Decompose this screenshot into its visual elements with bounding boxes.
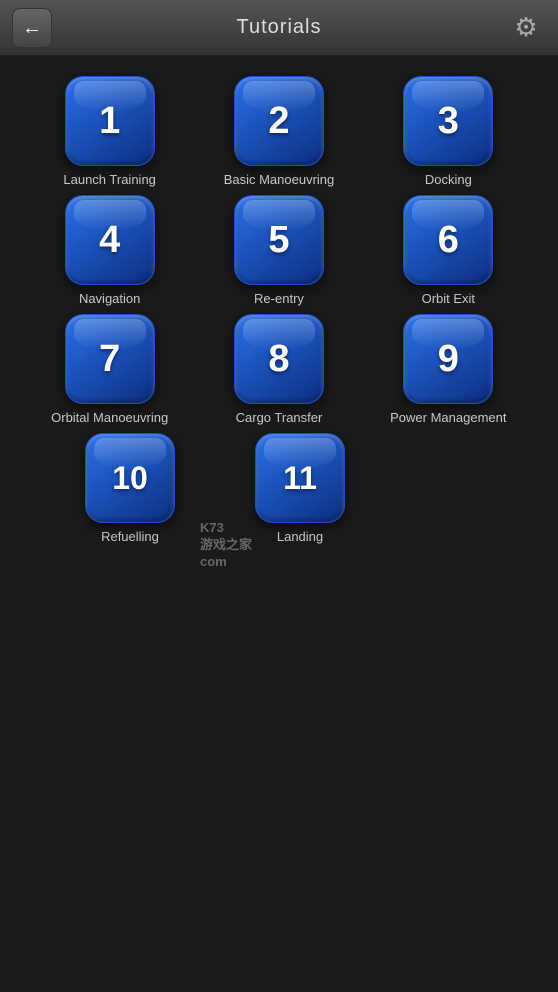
tutorial-item-7[interactable]: 7 Orbital Manoeuvring <box>40 314 180 425</box>
tutorial-item-3[interactable]: 3 Docking <box>378 76 518 187</box>
back-button[interactable]: ← <box>12 8 52 48</box>
tutorial-number-4: 4 <box>99 219 120 262</box>
page-title: Tutorials <box>237 16 322 39</box>
tutorial-btn-9[interactable]: 9 <box>403 314 493 404</box>
tutorials-grid: 1 Launch Training 2 Basic Manoeuvring 3 … <box>30 76 528 544</box>
tutorial-btn-11[interactable]: 11 <box>255 433 345 523</box>
grid-row-4: 10 Refuelling 11 Landing <box>30 433 528 544</box>
tutorials-content: 1 Launch Training 2 Basic Manoeuvring 3 … <box>0 56 558 564</box>
grid-row-1: 1 Launch Training 2 Basic Manoeuvring 3 … <box>30 76 528 187</box>
tutorial-number-11: 11 <box>283 460 317 497</box>
tutorial-label-2: Basic Manoeuvring <box>224 172 335 187</box>
tutorial-item-4[interactable]: 4 Navigation <box>40 195 180 306</box>
tutorial-label-10: Refuelling <box>101 529 159 544</box>
tutorial-btn-4[interactable]: 4 <box>65 195 155 285</box>
tutorial-item-6[interactable]: 6 Orbit Exit <box>378 195 518 306</box>
grid-row-2: 4 Navigation 5 Re-entry 6 Orbit Exit <box>30 195 528 306</box>
tutorial-btn-7[interactable]: 7 <box>65 314 155 404</box>
tutorial-label-11: Landing <box>277 529 323 544</box>
tutorial-item-2[interactable]: 2 Basic Manoeuvring <box>209 76 349 187</box>
tutorial-btn-2[interactable]: 2 <box>234 76 324 166</box>
tutorial-label-1: Launch Training <box>63 172 156 187</box>
tutorial-item-5[interactable]: 5 Re-entry <box>209 195 349 306</box>
tutorial-number-1: 1 <box>99 100 120 143</box>
tutorial-number-7: 7 <box>99 338 120 381</box>
back-icon: ← <box>22 18 42 38</box>
tutorial-btn-5[interactable]: 5 <box>234 195 324 285</box>
tutorial-item-1[interactable]: 1 Launch Training <box>40 76 180 187</box>
tutorial-item-11[interactable]: 11 Landing <box>230 433 370 544</box>
tutorial-label-7: Orbital Manoeuvring <box>51 410 168 425</box>
tutorial-item-8[interactable]: 8 Cargo Transfer <box>209 314 349 425</box>
tutorial-number-6: 6 <box>438 219 459 262</box>
tutorial-btn-8[interactable]: 8 <box>234 314 324 404</box>
tutorial-btn-10[interactable]: 10 <box>85 433 175 523</box>
tutorial-number-10: 10 <box>112 460 148 497</box>
tutorial-btn-1[interactable]: 1 <box>65 76 155 166</box>
tutorial-label-3: Docking <box>425 172 472 187</box>
tutorial-label-5: Re-entry <box>254 291 304 306</box>
tutorial-label-4: Navigation <box>79 291 140 306</box>
tutorial-number-2: 2 <box>268 100 289 143</box>
tutorial-label-8: Cargo Transfer <box>236 410 323 425</box>
tutorial-number-5: 5 <box>268 219 289 262</box>
tutorial-number-3: 3 <box>438 100 459 143</box>
settings-button[interactable]: ⚙ <box>506 8 546 48</box>
tutorial-number-8: 8 <box>268 338 289 381</box>
tutorial-btn-3[interactable]: 3 <box>403 76 493 166</box>
gear-icon: ⚙ <box>514 12 537 43</box>
tutorial-label-9: Power Management <box>390 410 506 425</box>
tutorial-btn-6[interactable]: 6 <box>403 195 493 285</box>
tutorial-number-9: 9 <box>438 338 459 381</box>
tutorial-label-6: Orbit Exit <box>422 291 475 306</box>
tutorial-item-9[interactable]: 9 Power Management <box>378 314 518 425</box>
app-header: ← Tutorials ⚙ <box>0 0 558 56</box>
grid-row-3: 7 Orbital Manoeuvring 8 Cargo Transfer 9… <box>30 314 528 425</box>
tutorial-item-10[interactable]: 10 Refuelling <box>60 433 200 544</box>
